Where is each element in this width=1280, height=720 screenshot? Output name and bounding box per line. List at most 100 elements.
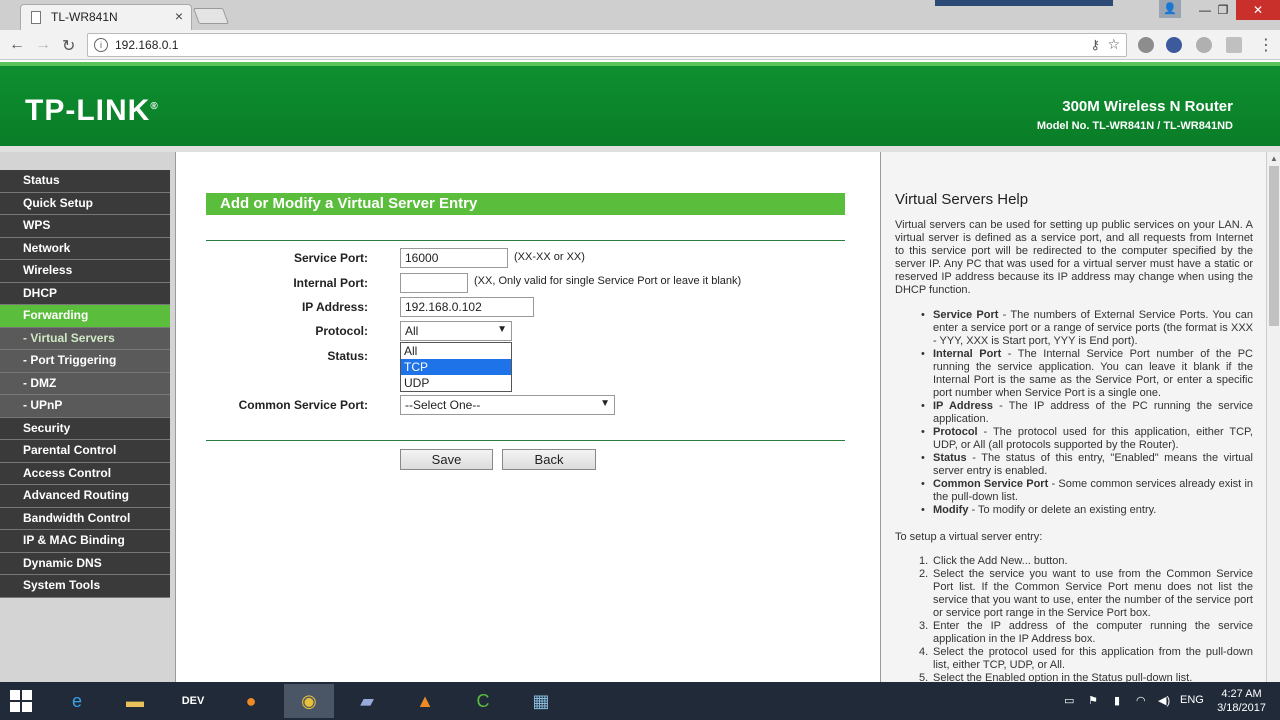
help-step: 3. Enter the IP address of the computer r… <box>919 620 1253 646</box>
common-service-port-select[interactable]: --Select One-- ▼ <box>400 395 615 415</box>
protocol-option[interactable]: UDP <box>401 375 511 391</box>
scroll-thumb[interactable] <box>1269 166 1279 326</box>
back-button[interactable]: Back <box>502 449 596 470</box>
browser-tab[interactable]: TL-WR841N × <box>20 4 192 30</box>
sidebar-item[interactable]: Advanced Routing <box>0 485 170 508</box>
dev-app-icon[interactable]: DEV <box>168 684 218 718</box>
back-arrow-icon[interactable]: ← <box>9 36 25 54</box>
menu-dots-icon[interactable]: ⋮ <box>1258 35 1274 55</box>
battery-icon[interactable]: ▮ <box>1114 694 1120 707</box>
sidebar-item[interactable]: - UPnP <box>0 395 170 418</box>
sidebar-item[interactable]: Security <box>0 417 170 440</box>
extension-icon[interactable] <box>1138 37 1154 53</box>
close-tab-icon[interactable]: × <box>175 8 183 24</box>
dropdown-arrow-icon: ▼ <box>497 324 507 335</box>
language-indicator[interactable]: ENG <box>1180 694 1204 706</box>
protocol-label: Protocol: <box>315 324 368 338</box>
help-bullet-term: Internal Port <box>933 348 1002 360</box>
protocol-option[interactable]: All <box>401 343 511 359</box>
form-title: Add or Modify a Virtual Server Entry <box>206 193 845 215</box>
clock[interactable]: 4:27 AM 3/18/2017 <box>1217 687 1266 715</box>
uc-browser-icon[interactable]: ● <box>226 684 276 718</box>
help-bullet: Internal Port - The Internal Service Por… <box>921 348 1253 400</box>
forward-arrow-icon[interactable]: → <box>35 36 51 54</box>
help-step-number: 4. <box>919 646 929 658</box>
sidebar-item[interactable]: WPS <box>0 215 170 238</box>
network-app-icon[interactable]: ▦ <box>516 684 566 718</box>
protocol-select[interactable]: All ▼ <box>400 321 512 341</box>
extension-icon[interactable] <box>1166 37 1182 53</box>
help-bullet-term: Protocol <box>933 426 978 438</box>
help-step-text: Select the Enabled option in the Status … <box>933 672 1193 682</box>
help-step-number: 1. <box>919 555 929 567</box>
vlc-icon[interactable]: ▲ <box>400 684 450 718</box>
sidebar-item[interactable]: Status <box>0 170 170 193</box>
address-bar[interactable]: i 192.168.0.1 ⚷ ☆ <box>87 33 1127 57</box>
reload-icon[interactable]: ↻ <box>62 36 75 56</box>
protocol-option[interactable]: TCP <box>401 359 511 375</box>
browser-toolbar: ← → ↻ i 192.168.0.1 ⚷ ☆ ⋮ <box>0 30 1280 60</box>
divider <box>206 240 845 241</box>
help-bullet: Common Service Port - Some common servic… <box>921 478 1253 504</box>
sidebar-item[interactable]: - DMZ <box>0 372 170 395</box>
sidebar-nav: Status Quick Setup WPS Network Wireless DHCP F… <box>0 170 170 598</box>
camtasia-icon[interactable]: C <box>458 684 508 718</box>
help-setup-title: To setup a virtual server entry: <box>895 531 1043 543</box>
sidebar-item[interactable]: Wireless <box>0 260 170 283</box>
help-bullet-term: Status <box>933 452 967 464</box>
common-service-port-label: Common Service Port: <box>238 398 368 412</box>
user-profile-icon[interactable]: 👤 <box>1159 0 1181 18</box>
wifi-icon[interactable]: ◠ <box>1136 694 1146 707</box>
windows-start-icon[interactable] <box>10 690 34 712</box>
sidebar-item[interactable]: DHCP <box>0 282 170 305</box>
sidebar-item[interactable]: Quick Setup <box>0 192 170 215</box>
sidebar-item[interactable]: System Tools <box>0 575 170 598</box>
help-step-text: Select the protocol used for this applic… <box>933 646 1253 671</box>
sidebar-item[interactable]: Bandwidth Control <box>0 507 170 530</box>
bookmark-star-icon[interactable]: ☆ <box>1107 36 1120 53</box>
chrome-icon[interactable]: ◉ <box>284 684 334 718</box>
sidebar-item[interactable]: Dynamic DNS <box>0 552 170 575</box>
tp-link-logo: TP-LINK® <box>25 94 159 127</box>
sidebar-item[interactable]: Forwarding <box>0 305 170 328</box>
info-icon[interactable]: i <box>94 38 108 52</box>
ip-address-label: IP Address: <box>301 300 368 314</box>
key-icon[interactable]: ⚷ <box>1090 37 1100 53</box>
router-model: Model No. TL-WR841N / TL-WR841ND <box>1036 120 1233 132</box>
volume-icon[interactable]: ◀) <box>1158 694 1170 707</box>
tray-icon[interactable]: ▭ <box>1064 694 1074 707</box>
app-icon[interactable]: ▰ <box>342 684 392 718</box>
extension-icon[interactable] <box>1196 37 1212 53</box>
sidebar-item[interactable]: - Port Triggering <box>0 350 170 373</box>
close-window-button[interactable]: ✕ <box>1236 0 1280 20</box>
help-bullet-term: Common Service Port <box>933 478 1049 490</box>
help-bullet: Modify - To modify or delete an existing… <box>921 504 1253 517</box>
flag-icon[interactable]: ⚑ <box>1088 694 1098 707</box>
sidebar-item[interactable]: - Virtual Servers <box>0 327 170 350</box>
service-port-input[interactable] <box>400 248 508 268</box>
help-bullet-text: - The protocol used for this application… <box>933 426 1253 451</box>
internal-port-input[interactable] <box>400 273 468 293</box>
help-step-text: Enter the IP address of the computer run… <box>933 620 1253 645</box>
help-bullet-term: IP Address <box>933 400 993 412</box>
help-step-number: 2. <box>919 568 929 580</box>
sidebar-item[interactable]: IP & MAC Binding <box>0 530 170 553</box>
help-step-text: Select the service you want to use from … <box>933 568 1253 619</box>
sidebar-item[interactable]: Network <box>0 237 170 260</box>
help-step: 4. Select the protocol used for this appl… <box>919 646 1253 672</box>
help-steps-list: 1. Click the Add New... button. 2. Select t… <box>919 555 1253 682</box>
sidebar-item[interactable]: Parental Control <box>0 440 170 463</box>
main-content: Add or Modify a Virtual Server Entry Ser… <box>176 152 878 682</box>
new-tab-button[interactable] <box>193 8 229 24</box>
file-explorer-icon[interactable]: ▬ <box>110 684 160 718</box>
help-scrollbar[interactable]: ▲ <box>1266 152 1280 682</box>
ip-address-input[interactable] <box>400 297 534 317</box>
scroll-up-icon[interactable]: ▲ <box>1270 154 1278 163</box>
extension-icon[interactable] <box>1226 37 1242 53</box>
sidebar-item[interactable]: Access Control <box>0 462 170 485</box>
sidebar: Status Quick Setup WPS Network Wireless DHCP F… <box>0 152 176 682</box>
status-label: Status: <box>327 349 368 363</box>
internet-explorer-icon[interactable]: e <box>52 684 102 718</box>
maximize-button[interactable]: ❐ <box>1208 0 1238 20</box>
save-button[interactable]: Save <box>400 449 493 470</box>
